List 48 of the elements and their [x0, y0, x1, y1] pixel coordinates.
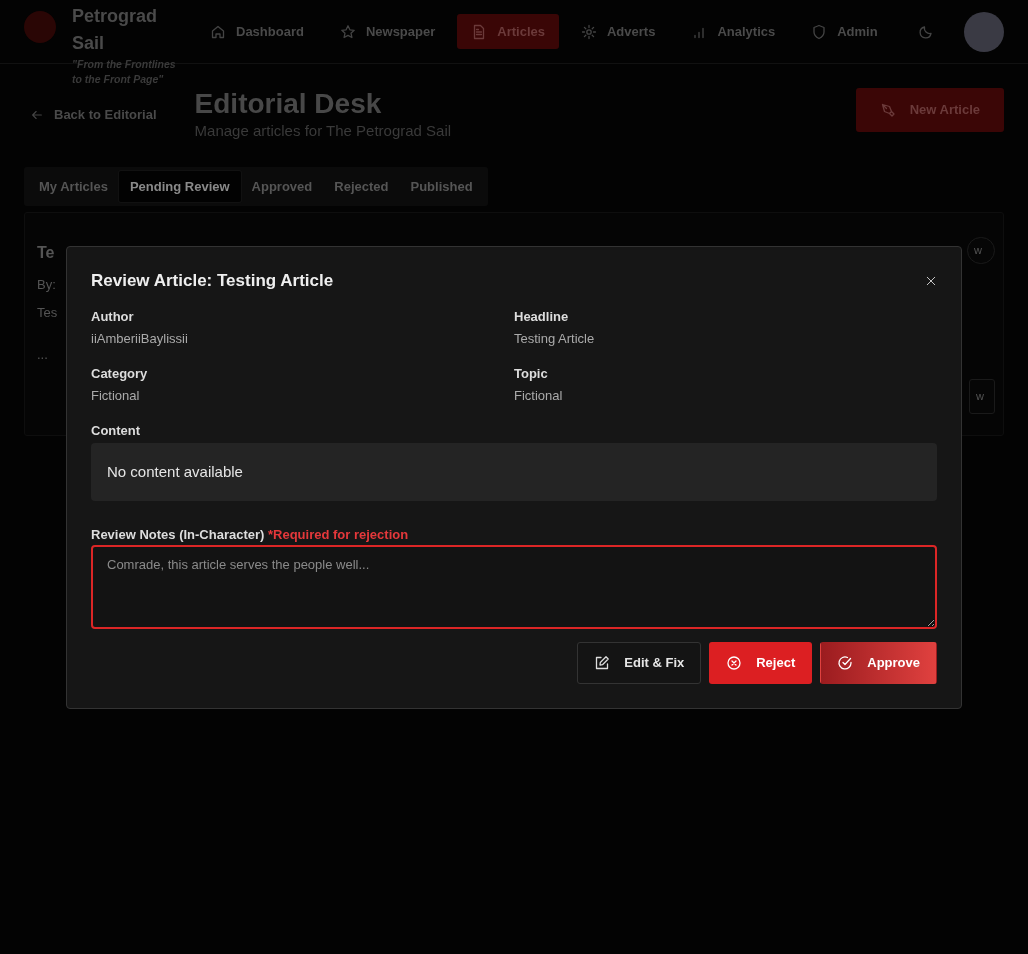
nav-link[interactable]: Dashboard: [196, 13, 318, 50]
nav-link[interactable]: Newspaper: [325, 13, 450, 50]
pen-icon: [879, 101, 896, 118]
tab[interactable]: Approved: [240, 170, 324, 203]
shield-icon: [811, 23, 828, 40]
tab[interactable]: Published: [399, 170, 484, 203]
field-value: Testing Article: [514, 329, 596, 348]
x-circle-icon: [726, 655, 743, 672]
field-label: Topic: [514, 365, 549, 384]
field-label: Content: [91, 422, 142, 441]
page-title: Editorial Desk: [194, 88, 383, 121]
notes-label: Review Notes (In-Character) *Required for rejection: [91, 526, 410, 545]
home-icon: [210, 23, 226, 40]
article-title: Te: [37, 243, 55, 264]
tab[interactable]: My Articles: [28, 170, 119, 203]
field-label: Category: [91, 365, 149, 384]
tab[interactable]: Pending Review: [118, 170, 241, 203]
nav-link[interactable]: Admin: [797, 13, 892, 50]
gear-icon: [581, 23, 597, 40]
brand-name[interactable]: Petrograd Sail: [72, 3, 180, 57]
logo-icon: [24, 11, 56, 43]
tab[interactable]: Rejected: [323, 170, 400, 203]
article-byline: By:: [37, 276, 56, 295]
moon-icon: [918, 23, 934, 40]
nav-link[interactable]: Adverts: [567, 13, 670, 50]
back-link[interactable]: Back to Editorial: [24, 104, 163, 126]
field-value: iiAmberiiBaylissii: [91, 329, 189, 348]
field-label: Headline: [514, 308, 570, 327]
check-circle-icon: [837, 655, 854, 672]
approve-button[interactable]: Approve: [820, 642, 937, 684]
star-icon: [339, 23, 356, 40]
field-label: Author: [91, 308, 135, 327]
article-action-button[interactable]: w: [969, 379, 995, 414]
article-action-button[interactable]: w: [967, 237, 995, 264]
dialog-title: Review Article: Testing Article: [91, 271, 334, 292]
content-panel: No content available: [91, 442, 937, 502]
avatar[interactable]: [964, 11, 1004, 52]
field-value: Fictional: [91, 386, 141, 405]
edit-button[interactable]: Edit & Fix: [577, 642, 702, 684]
close-icon: [925, 275, 937, 288]
article-excerpt: Tes: [37, 304, 58, 323]
nav-link[interactable]: Analytics: [677, 13, 790, 50]
review-notes-field[interactable]: Comrade, this article serves the people well...: [91, 544, 937, 629]
edit-icon: [594, 655, 611, 672]
close-button[interactable]: [925, 275, 937, 288]
reject-button[interactable]: Reject: [709, 642, 813, 684]
article-more: ...: [37, 346, 48, 365]
field-value: Fictional: [514, 386, 564, 405]
